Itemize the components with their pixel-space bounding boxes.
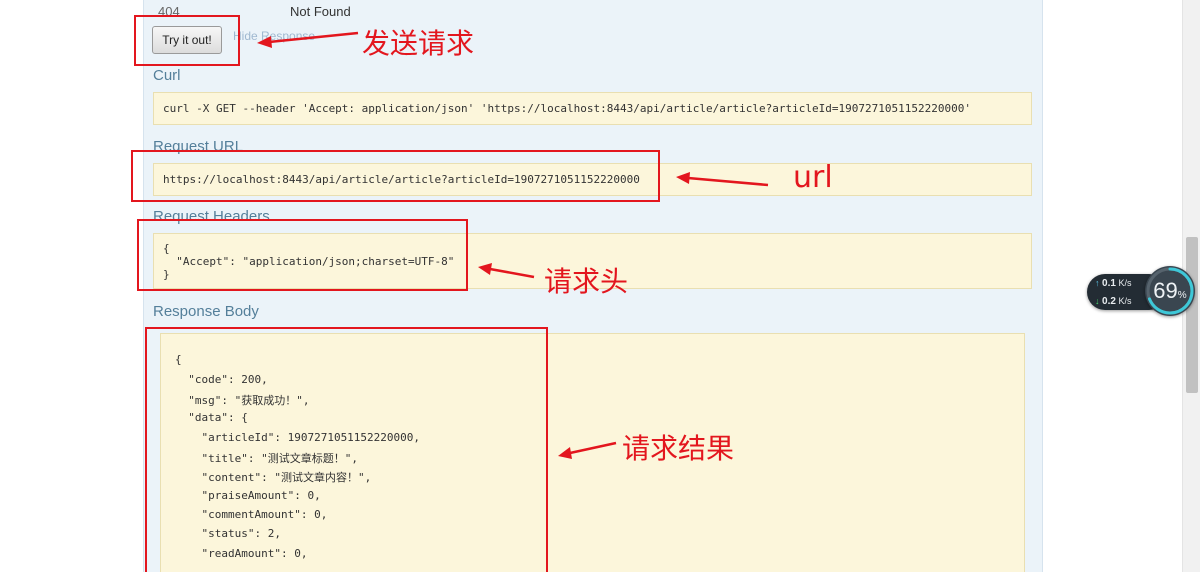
arrow-left-icon bbox=[558, 441, 617, 459]
curl-command: curl -X GET --header 'Accept: applicatio… bbox=[163, 102, 971, 115]
usage-percent-value: 69 bbox=[1153, 278, 1178, 303]
highlight-request-url bbox=[131, 150, 660, 202]
annotation-send-request: 发送请求 bbox=[362, 27, 475, 60]
annotation-request-result: 请求结果 bbox=[622, 432, 735, 465]
annotation-url: url bbox=[793, 160, 833, 195]
upload-arrow-icon: ↑ bbox=[1095, 278, 1100, 288]
usage-percent: 69% bbox=[1145, 278, 1195, 304]
download-arrow-icon: ↓ bbox=[1095, 296, 1100, 306]
download-unit: K/s bbox=[1118, 296, 1132, 306]
highlight-request-headers bbox=[137, 219, 468, 291]
upload-value: 0.1 bbox=[1102, 278, 1116, 289]
curl-box: curl -X GET --header 'Accept: applicatio… bbox=[153, 92, 1032, 125]
usage-gauge: 69% bbox=[1145, 266, 1195, 316]
curl-heading: Curl bbox=[153, 67, 181, 84]
arrow-left-icon bbox=[257, 31, 359, 48]
response-description: Not Found bbox=[290, 4, 351, 19]
network-monitor-widget[interactable]: ↑ 0.1 K/s ↓ 0.2 K/s 69% bbox=[1087, 266, 1197, 316]
usage-percent-unit: % bbox=[1177, 290, 1187, 301]
annotation-request-headers: 请求头 bbox=[544, 265, 629, 298]
arrow-left-icon bbox=[478, 263, 535, 279]
download-speed: ↓ 0.2 K/s bbox=[1095, 296, 1131, 307]
arrow-left-icon bbox=[676, 172, 769, 187]
download-value: 0.2 bbox=[1102, 296, 1116, 307]
upload-speed: ↑ 0.1 K/s bbox=[1095, 278, 1131, 289]
highlight-try-button bbox=[134, 15, 240, 66]
response-body-heading: Response Body bbox=[153, 303, 259, 320]
upload-unit: K/s bbox=[1118, 278, 1132, 288]
highlight-response-body bbox=[145, 327, 548, 572]
